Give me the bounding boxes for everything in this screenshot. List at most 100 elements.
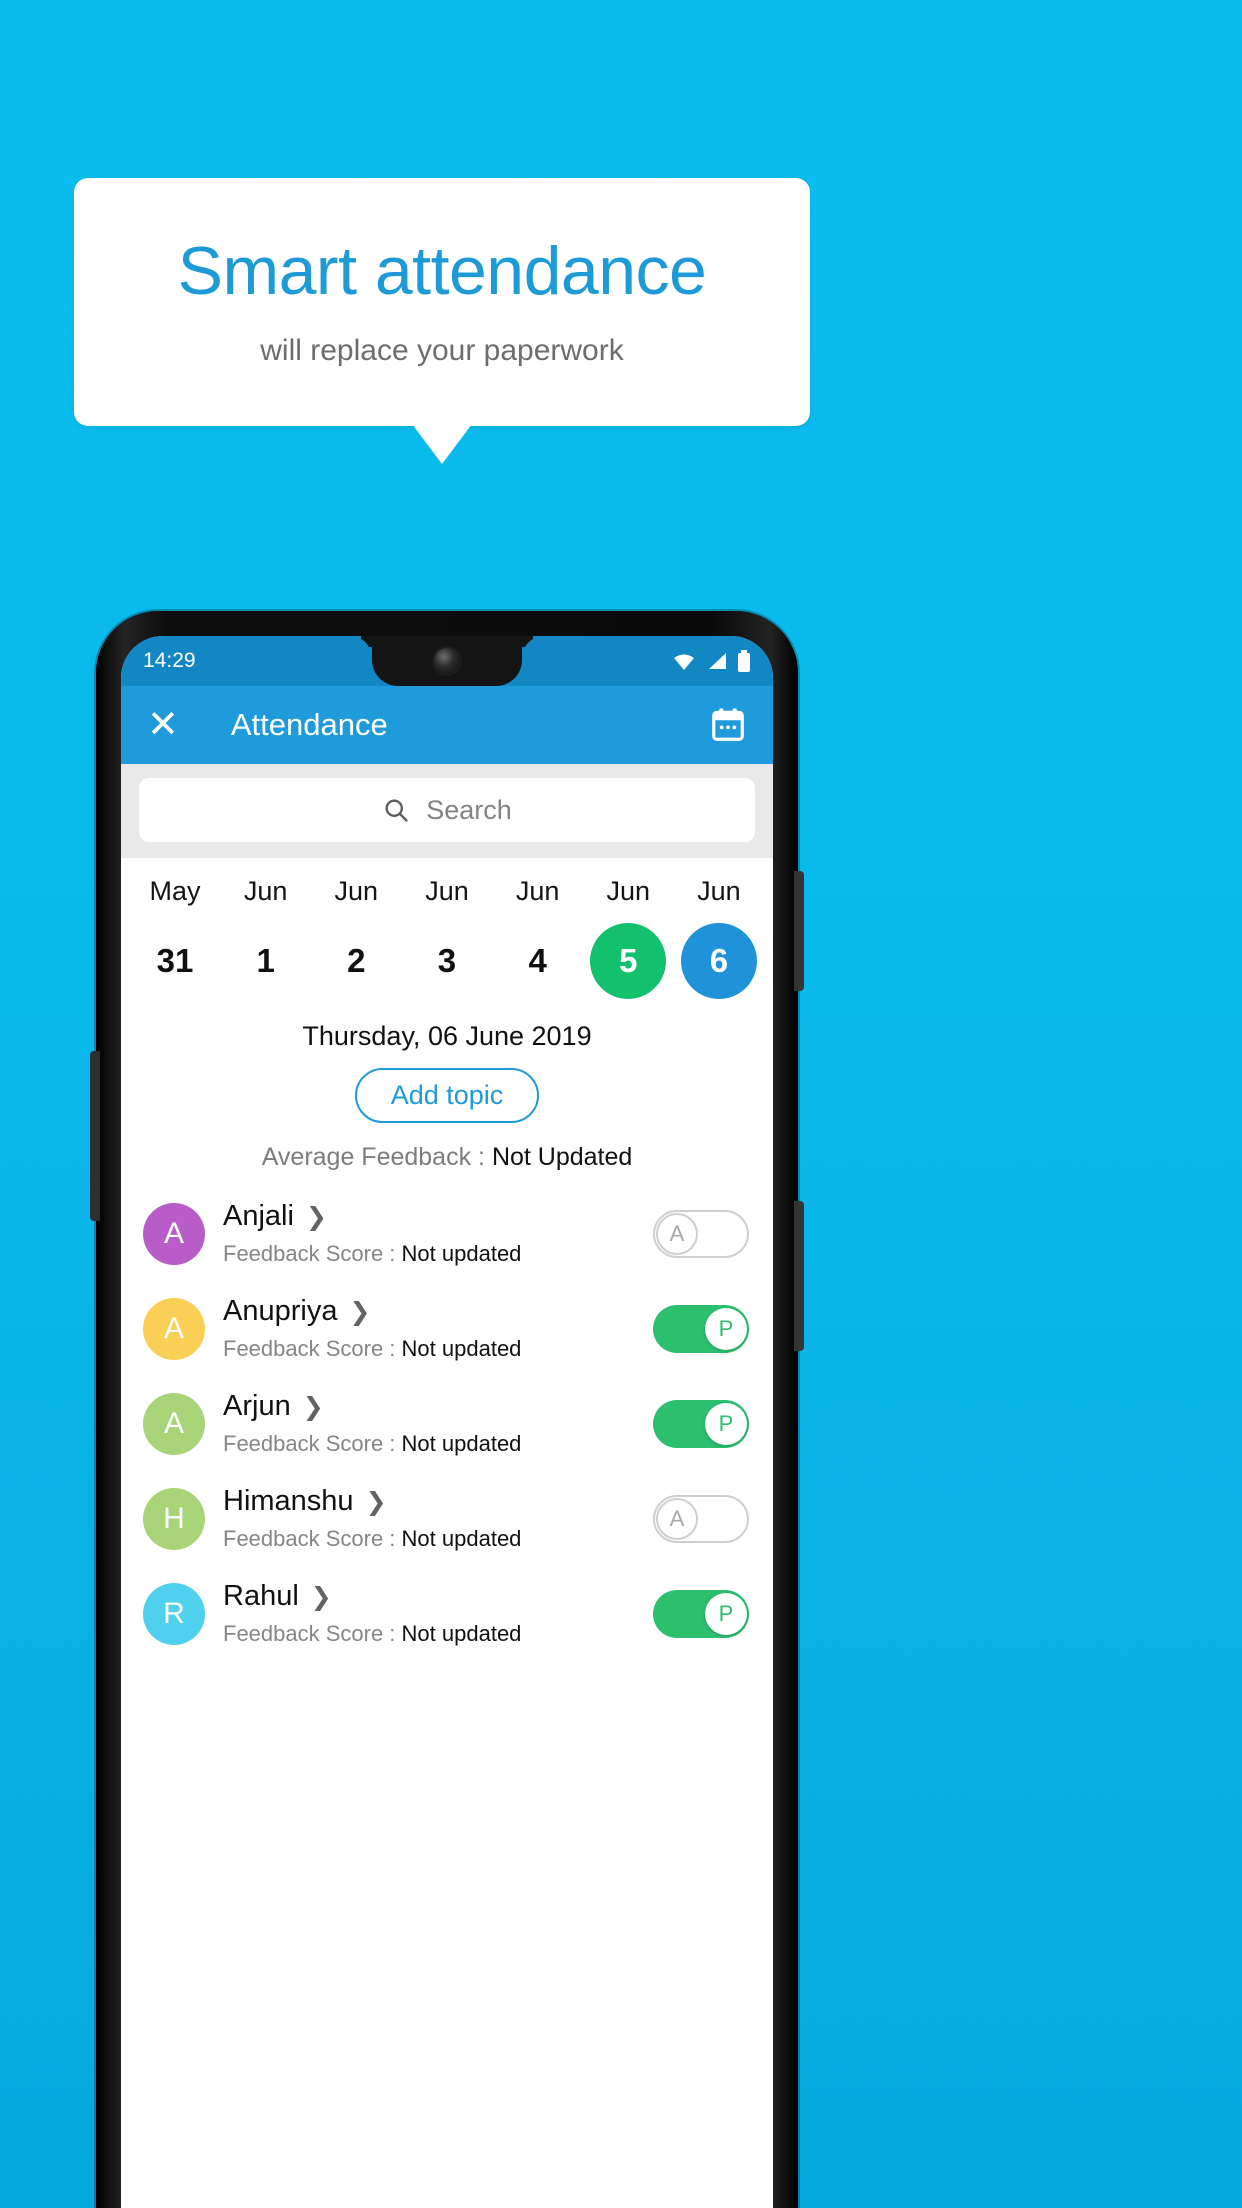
battery-icon [738, 650, 750, 672]
date-cell[interactable]: May 31 [135, 876, 215, 999]
date-day: 3 [437, 942, 457, 979]
list-item-body: Anupriya ❯ Feedback Score : Not updated [223, 1295, 635, 1362]
date-cell[interactable]: Jun 6 [679, 876, 759, 999]
list-item[interactable]: A Anupriya ❯ Feedback Score : Not update… [121, 1281, 773, 1376]
avatar: R [143, 1582, 205, 1645]
status-time: 14:29 [143, 649, 196, 672]
phone-screen: 14:29 ✕ Attendance Search May 31 Jun 1 J… [121, 636, 773, 2208]
search-icon [385, 799, 408, 822]
student-name: Himanshu [223, 1485, 354, 1517]
calendar-icon[interactable] [709, 706, 747, 744]
date-cell[interactable]: Jun 2 [316, 876, 396, 999]
list-item-body: Himanshu ❯ Feedback Score : Not updated [223, 1485, 635, 1552]
wifi-icon [674, 654, 694, 670]
page-title: Smart attendance [177, 233, 707, 310]
average-feedback-value: Not Updated [491, 1143, 633, 1171]
feedback-score: Feedback Score : Not updated [223, 1526, 635, 1552]
student-list: A Anjali ❯ Feedback Score : Not updated … [121, 1186, 773, 1661]
feedback-score-value: Not updated [401, 1621, 522, 1646]
date-cell[interactable]: Jun 5 [588, 876, 668, 999]
feedback-score-value: Not updated [401, 1336, 522, 1361]
avatar: A [143, 1297, 205, 1360]
list-item[interactable]: A Arjun ❯ Feedback Score : Not updated P [121, 1376, 773, 1471]
student-name-row: Anupriya ❯ [223, 1295, 635, 1328]
app-bar-title: Attendance [230, 707, 388, 742]
feedback-score-label: Feedback Score : [223, 1336, 402, 1361]
attendance-toggle[interactable]: P [653, 1399, 749, 1448]
list-item[interactable]: H Himanshu ❯ Feedback Score : Not update… [121, 1471, 773, 1566]
attendance-toggle[interactable]: P [653, 1304, 749, 1353]
student-name-row: Arjun ❯ [223, 1390, 635, 1423]
list-item-body: Anjali ❯ Feedback Score : Not updated [223, 1200, 635, 1267]
date-month: May [149, 876, 201, 906]
feedback-score-label: Feedback Score : [223, 1241, 402, 1266]
student-name-row: Rahul ❯ [223, 1580, 635, 1613]
feedback-score-label: Feedback Score : [223, 1526, 402, 1551]
attendance-toggle-knob: P [705, 1592, 747, 1635]
attendance-toggle-knob: A [656, 1212, 698, 1255]
selected-date-label: Thursday, 06 June 2019 [302, 1021, 592, 1051]
app-bar: ✕ Attendance [121, 686, 773, 764]
search-placeholder: Search [426, 794, 512, 825]
feedback-score-label: Feedback Score : [223, 1431, 402, 1456]
chevron-right-icon[interactable]: ❯ [303, 1392, 324, 1422]
student-name: Arjun [223, 1390, 291, 1422]
signal-icon [709, 653, 726, 669]
avatar: H [143, 1487, 205, 1550]
date-cell[interactable]: Jun 3 [407, 876, 487, 999]
date-day: 5 [590, 923, 667, 999]
student-name: Rahul [223, 1580, 299, 1612]
student-name: Anjali [223, 1200, 294, 1232]
attendance-toggle-knob: P [705, 1402, 747, 1445]
date-month: Jun [606, 876, 651, 906]
promo-subtitle: will replace your paperwork [260, 333, 624, 367]
feedback-score-value: Not updated [401, 1526, 522, 1551]
date-day: 31 [156, 942, 194, 979]
add-topic-row: Add topic [121, 1068, 773, 1123]
phone-left-button[interactable] [90, 1051, 100, 1221]
phone-power-button[interactable] [794, 1201, 804, 1351]
date-cell[interactable]: Jun 4 [498, 876, 578, 999]
feedback-score-label: Feedback Score : [223, 1621, 402, 1646]
average-feedback: Average Feedback : Not Updated [121, 1143, 773, 1172]
phone-notch [372, 636, 522, 686]
search-input[interactable]: Search [139, 778, 755, 842]
average-feedback-label: Average Feedback : [261, 1143, 492, 1171]
list-item[interactable]: R Rahul ❯ Feedback Score : Not updated P [121, 1566, 773, 1661]
speech-bubble-tail [412, 424, 472, 464]
list-item-body: Arjun ❯ Feedback Score : Not updated [223, 1390, 635, 1457]
attendance-toggle-knob: P [705, 1307, 747, 1350]
list-item-body: Rahul ❯ Feedback Score : Not updated [223, 1580, 635, 1647]
chevron-right-icon[interactable]: ❯ [349, 1297, 370, 1327]
date-month: Jun [697, 876, 741, 906]
promo-banner: Smart attendance will replace your paper… [74, 178, 810, 464]
status-icons [671, 650, 751, 672]
promo-card: Smart attendance will replace your paper… [74, 178, 810, 426]
feedback-score-value: Not updated [401, 1431, 522, 1456]
attendance-toggle[interactable]: A [653, 1209, 749, 1258]
feedback-score: Feedback Score : Not updated [223, 1621, 635, 1647]
chevron-right-icon[interactable]: ❯ [311, 1582, 332, 1612]
date-cell[interactable]: Jun 1 [226, 876, 306, 999]
date-month: Jun [334, 876, 379, 906]
feedback-score: Feedback Score : Not updated [223, 1336, 635, 1362]
student-name-row: Himanshu ❯ [223, 1485, 635, 1518]
phone-mockup: 14:29 ✕ Attendance Search May 31 Jun 1 J… [90, 611, 804, 2208]
student-name: Anupriya [223, 1295, 338, 1327]
date-strip: May 31 Jun 1 Jun 2 Jun 3 Jun 4 Jun 5 Jun… [121, 858, 773, 1007]
list-item[interactable]: A Anjali ❯ Feedback Score : Not updated … [121, 1186, 773, 1281]
attendance-toggle[interactable]: P [653, 1589, 749, 1638]
date-day: 2 [347, 942, 366, 979]
add-topic-button[interactable]: Add topic [354, 1068, 540, 1123]
search-zone: Search [121, 764, 773, 858]
close-icon[interactable]: ✕ [147, 706, 179, 744]
feedback-score-value: Not updated [401, 1241, 522, 1266]
phone-volume-button[interactable] [794, 871, 804, 991]
attendance-toggle-knob: A [656, 1497, 698, 1540]
date-day: 4 [528, 942, 547, 979]
avatar: A [143, 1202, 205, 1265]
date-month: Jun [425, 876, 469, 906]
attendance-toggle[interactable]: A [653, 1494, 749, 1543]
chevron-right-icon[interactable]: ❯ [366, 1487, 387, 1517]
chevron-right-icon[interactable]: ❯ [306, 1202, 327, 1232]
